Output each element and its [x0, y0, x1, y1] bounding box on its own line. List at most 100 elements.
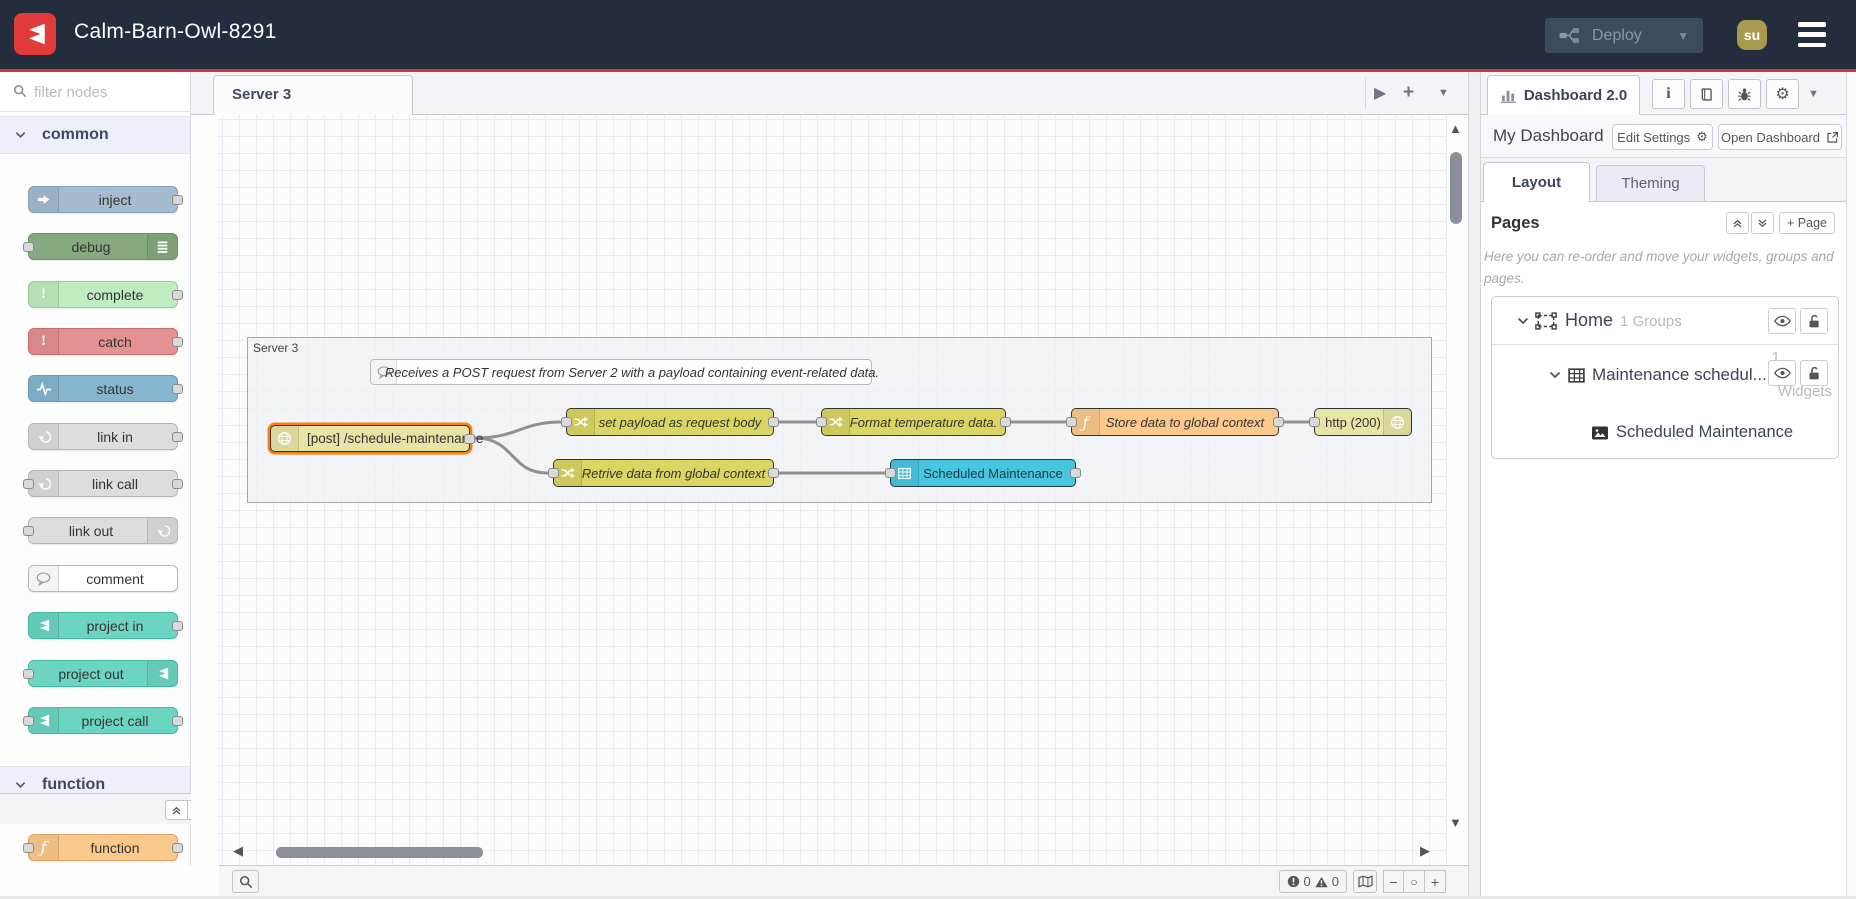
output-port[interactable]: [768, 417, 779, 427]
node-format-temperature[interactable]: Format temperature data.: [816, 408, 1011, 436]
palette-node-inject[interactable]: inject: [28, 186, 183, 213]
palette-node-project-out[interactable]: project out: [23, 660, 178, 687]
input-port[interactable]: [548, 468, 559, 478]
pages-help-text: Here you can re-order and move your widg…: [1484, 249, 1834, 287]
tab-layout[interactable]: Layout: [1483, 162, 1590, 202]
output-port[interactable]: [172, 620, 183, 631]
palette-filter-input[interactable]: [34, 79, 182, 105]
input-port[interactable]: [23, 715, 34, 726]
zoom-in-button[interactable]: +: [1425, 870, 1446, 893]
output-port[interactable]: [464, 433, 475, 444]
node-set-payload[interactable]: set payload as request body: [561, 408, 779, 436]
sidebar-resize-handle[interactable]: [1468, 72, 1481, 896]
node-label: Store data to global context: [1105, 414, 1265, 430]
zoom-reset-button[interactable]: ○: [1404, 870, 1425, 893]
canvas-scroll-right[interactable]: ▶: [1420, 844, 1430, 857]
input-port[interactable]: [816, 417, 827, 427]
palette-node-project-call[interactable]: project call: [23, 707, 183, 734]
input-port[interactable]: [1066, 417, 1077, 427]
palette-node-catch[interactable]: ! catch: [28, 328, 183, 355]
canvas-hscrollbar-thumb[interactable]: [276, 847, 483, 858]
input-port[interactable]: [23, 842, 34, 853]
chevron-down-icon: [15, 131, 26, 139]
add-flow-button[interactable]: +: [1403, 72, 1414, 114]
node-retrieve-global[interactable]: Retrive data from global context: [548, 459, 779, 487]
palette-section-common[interactable]: common: [0, 116, 190, 154]
node-red-editor: Calm-Barn-Owl-8291 Deploy ▼ su common in…: [0, 0, 1856, 899]
node-ui-table[interactable]: Scheduled Maintenance: [885, 459, 1081, 487]
output-port[interactable]: [172, 289, 183, 300]
navigator-button[interactable]: [1353, 870, 1377, 893]
deploy-options-caret[interactable]: ▼: [1677, 29, 1689, 43]
add-page-button[interactable]: + Page: [1779, 212, 1835, 234]
tab-server-3[interactable]: Server 3: [213, 75, 413, 115]
info-icon: i: [1666, 85, 1671, 102]
open-dashboard-button[interactable]: Open Dashboard: [1718, 124, 1842, 150]
canvas-scroll-left[interactable]: ◀: [233, 844, 243, 857]
comment-bubble-icon: [29, 566, 59, 591]
search-flows-button[interactable]: [232, 870, 259, 893]
toggle-lock-button[interactable]: [1800, 360, 1828, 386]
collapse-pages-button[interactable]: [1726, 212, 1749, 234]
sidebar-menu-caret[interactable]: ▼: [1808, 88, 1819, 100]
toggle-visibility-button[interactable]: [1768, 308, 1796, 334]
canvas-scroll-down[interactable]: ▼: [1449, 816, 1462, 829]
expand-pages-button[interactable]: [1751, 212, 1774, 234]
canvas-vscrollbar-thumb[interactable]: [1450, 152, 1462, 224]
palette-node-link-call[interactable]: link call: [23, 470, 183, 497]
input-port[interactable]: [23, 525, 34, 536]
tab-dashboard-2[interactable]: Dashboard 2.0: [1487, 75, 1640, 115]
output-port[interactable]: [172, 383, 183, 394]
node-http-response[interactable]: http (200): [1309, 408, 1412, 436]
node-http-in[interactable]: [post] /schedule-maintenance: [270, 425, 483, 452]
palette-node-link-out[interactable]: link out: [23, 517, 178, 544]
config-tab-button[interactable]: ⚙: [1766, 79, 1799, 109]
flow-canvas[interactable]: Server 3 Receives a POST request from Se…: [218, 115, 1447, 865]
info-tab-button[interactable]: i: [1652, 79, 1685, 109]
output-port[interactable]: [172, 715, 183, 726]
input-port[interactable]: [885, 468, 896, 478]
palette-node-label: catch: [98, 333, 132, 350]
palette-node-link-in[interactable]: link in: [28, 423, 183, 450]
comment-node[interactable]: Receives a POST request from Server 2 wi…: [370, 359, 879, 385]
toggle-lock-button[interactable]: [1800, 308, 1828, 334]
palette-node-function[interactable]: ƒ function: [23, 834, 183, 861]
input-port[interactable]: [1309, 417, 1320, 427]
input-port[interactable]: [561, 417, 572, 427]
output-port[interactable]: [172, 842, 183, 853]
tab-theming[interactable]: Theming: [1596, 165, 1705, 202]
main-menu-button[interactable]: [1798, 22, 1826, 47]
user-avatar[interactable]: su: [1737, 20, 1767, 50]
output-port[interactable]: [172, 194, 183, 205]
palette-node-project-in[interactable]: project in: [28, 612, 183, 639]
deploy-button[interactable]: Deploy ▼: [1545, 18, 1703, 53]
node-red-logo: [14, 13, 56, 55]
canvas-scroll-up[interactable]: ▲: [1449, 122, 1462, 135]
toggle-visibility-button[interactable]: [1768, 360, 1796, 386]
debug-tab-button[interactable]: [1728, 79, 1761, 109]
tab-list-button[interactable]: ▶: [1374, 72, 1386, 114]
edit-settings-button[interactable]: Edit Settings ⚙: [1612, 124, 1713, 150]
output-port[interactable]: [172, 336, 183, 347]
palette-node-status[interactable]: status: [28, 375, 183, 402]
palette-node-comment[interactable]: comment: [28, 565, 178, 592]
notification-counts[interactable]: 0 0: [1278, 870, 1347, 893]
input-port[interactable]: [23, 668, 34, 679]
output-port[interactable]: [172, 478, 183, 489]
input-port[interactable]: [23, 241, 34, 252]
node-palette: common inject debug ! complete ! catch s…: [0, 72, 218, 896]
input-port[interactable]: [23, 478, 34, 489]
output-port[interactable]: [1000, 417, 1011, 427]
palette-collapse-all-button[interactable]: [165, 800, 188, 820]
palette-node-debug[interactable]: debug: [23, 233, 178, 260]
help-tab-button[interactable]: [1690, 79, 1723, 109]
output-port[interactable]: [172, 431, 183, 442]
palette-node-complete[interactable]: ! complete: [28, 281, 183, 308]
tab-menu-caret[interactable]: ▼: [1438, 72, 1449, 114]
zoom-out-button[interactable]: −: [1383, 870, 1404, 893]
output-port[interactable]: [1273, 417, 1284, 427]
node-store-global[interactable]: ƒ Store data to global context: [1066, 408, 1284, 436]
output-port[interactable]: [768, 468, 779, 478]
tree-row-home[interactable]: Home 1 Groups: [1492, 297, 1838, 345]
output-port[interactable]: [1070, 468, 1081, 478]
